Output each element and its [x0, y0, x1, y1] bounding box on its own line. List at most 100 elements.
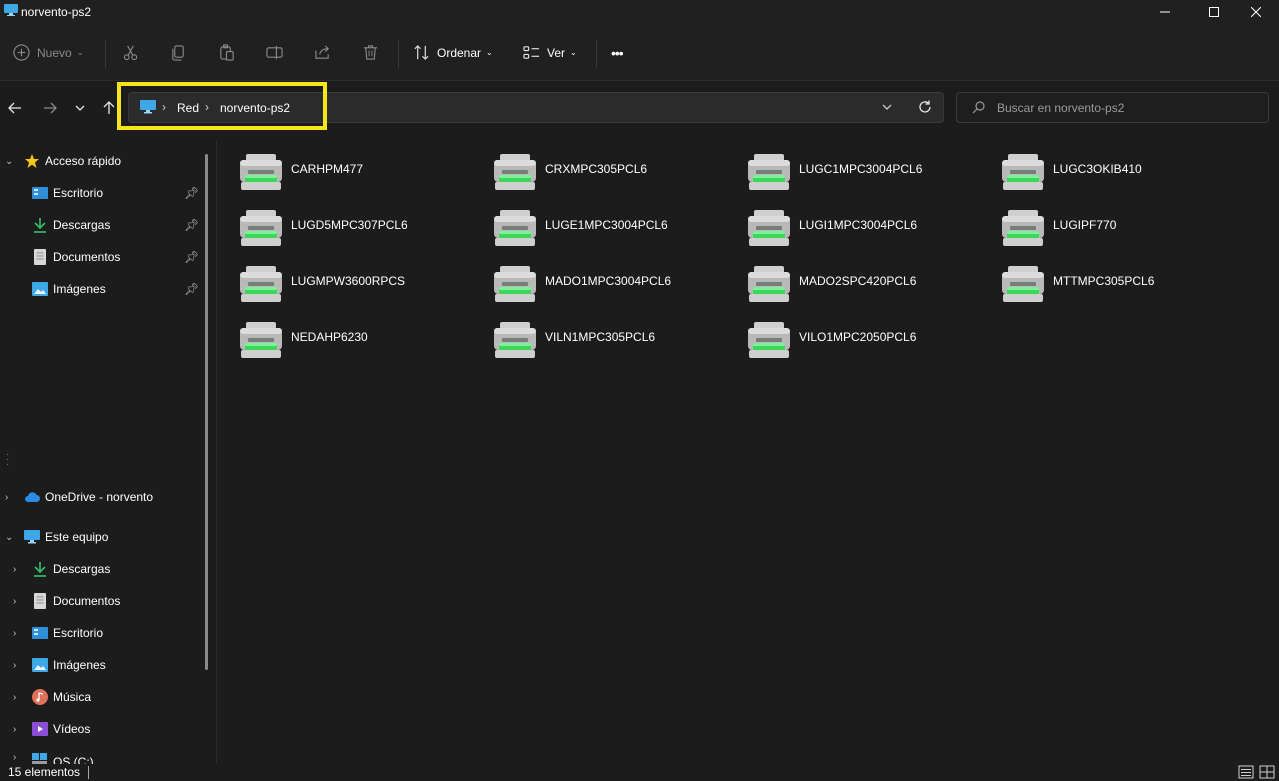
printer-item[interactable]: LUGI1MPC3004PCL6	[747, 205, 997, 253]
search-input[interactable]	[997, 99, 1257, 117]
document-icon	[34, 593, 46, 609]
sidebar-item-onedrive[interactable]: › OneDrive - norvento	[0, 481, 205, 513]
printer-item[interactable]: VILN1MPC305PCL6	[493, 317, 743, 365]
up-button[interactable]	[99, 98, 119, 118]
back-button[interactable]	[5, 98, 25, 118]
desktop-icon	[32, 627, 48, 639]
forward-button[interactable]	[40, 98, 60, 118]
divider	[88, 766, 89, 779]
music-icon	[32, 689, 48, 705]
sidebar-item-label: Documentos	[53, 250, 121, 264]
cut-button[interactable]	[122, 24, 139, 81]
sidebar-item-imagenes[interactable]: Imágenes 📌︎	[0, 273, 205, 305]
printer-item[interactable]: LUGIPF770	[1001, 205, 1251, 253]
cloud-icon	[25, 492, 40, 502]
printer-item[interactable]: VILO1MPC2050PCL6	[747, 317, 997, 365]
sidebar-item-pc-descargas[interactable]: › Descargas	[0, 553, 205, 585]
chevron-down-icon[interactable]: ⌄	[5, 156, 15, 167]
delete-button[interactable]	[362, 24, 379, 81]
sidebar-item-pc-documentos[interactable]: › Documentos	[0, 585, 205, 617]
printer-item[interactable]: LUGE1MPC3004PCL6	[493, 205, 743, 253]
sidebar-item-documentos[interactable]: Documentos 📌︎	[0, 241, 205, 273]
search-box[interactable]	[956, 92, 1269, 123]
copy-button[interactable]	[170, 24, 187, 81]
sidebar-item-label: OneDrive - norvento	[45, 490, 154, 504]
sidebar-item-escritorio[interactable]: Escritorio 📌︎	[0, 177, 205, 209]
plus-circle-icon	[13, 44, 30, 61]
chevron-right-icon[interactable]: ›	[5, 492, 15, 503]
printer-item[interactable]: LUGC1MPC3004PCL6	[747, 149, 997, 197]
printer-icon	[1002, 154, 1044, 190]
chevron-right-icon[interactable]: ›	[13, 692, 23, 703]
videos-icon	[32, 722, 48, 736]
sidebar-item-pc-escritorio[interactable]: › Escritorio	[0, 617, 205, 649]
printer-name: MADO1MPC3004PCL6	[545, 274, 672, 288]
sidebar-item-label: Descargas	[53, 218, 111, 232]
printer-item[interactable]: MADO1MPC3004PCL6	[493, 261, 743, 309]
more-icon: •••	[611, 44, 624, 61]
sidebar-item-pc-musica[interactable]: › Música	[0, 681, 205, 713]
chevron-down-icon[interactable]: ⌄	[5, 532, 15, 543]
minimize-icon	[1160, 11, 1170, 13]
printer-name: LUGD5MPC307PCL6	[291, 218, 408, 232]
more-options-button[interactable]: •••	[611, 24, 624, 81]
printer-icon	[240, 266, 282, 302]
details-view-icon[interactable]	[1238, 764, 1254, 780]
sidebar-scrollbar[interactable]	[205, 154, 208, 670]
printer-item[interactable]: LUGMPW3600RPCS	[239, 261, 489, 309]
large-icons-view-icon[interactable]	[1259, 764, 1275, 780]
drive-icon	[32, 753, 47, 764]
sidebar-item-label: Vídeos	[53, 722, 91, 736]
share-button[interactable]	[314, 24, 331, 81]
search-icon	[972, 101, 985, 114]
sidebar-item-quick-access[interactable]: ⌄ Acceso rápido	[0, 145, 205, 177]
refresh-button[interactable]	[917, 99, 933, 118]
printer-item[interactable]: CARHPM477	[239, 149, 489, 197]
close-button[interactable]	[1233, 0, 1279, 24]
resize-handle[interactable]: · · ·	[6, 450, 9, 470]
chevron-right-icon[interactable]: ›	[13, 564, 23, 575]
sidebar-item-pc-videos[interactable]: › Vídeos	[0, 713, 205, 745]
maximize-button[interactable]	[1191, 0, 1237, 24]
arrow-left-icon	[8, 102, 21, 114]
sidebar-item-pc-imagenes[interactable]: › Imágenes	[0, 649, 205, 681]
printer-item[interactable]: LUGD5MPC307PCL6	[239, 205, 489, 253]
printer-item[interactable]: LUGC3OKIB410	[1001, 149, 1251, 197]
sort-button[interactable]: Ordenar ⌄	[413, 24, 493, 81]
recent-locations-button[interactable]	[70, 98, 90, 118]
pin-icon: 📌︎	[184, 250, 200, 264]
printer-icon	[494, 154, 536, 190]
scissors-icon	[123, 45, 138, 61]
chevron-right-icon[interactable]: ›	[13, 660, 23, 671]
chevron-right-icon[interactable]: ›	[13, 596, 23, 607]
chevron-down-icon: ⌄	[486, 48, 493, 57]
printer-item[interactable]: MADO2SPC420PCL6	[747, 261, 997, 309]
printer-name: MTTMPC305PCL6	[1053, 274, 1155, 288]
printer-item[interactable]: MTTMPC305PCL6	[1001, 261, 1251, 309]
chevron-right-icon[interactable]: ›	[13, 724, 23, 735]
navigation-bar: › Red › norvento-ps2	[0, 82, 1279, 134]
status-bar: 15 elementos	[0, 764, 1279, 781]
address-dropdown-button[interactable]	[881, 101, 893, 116]
view-button[interactable]: Ver ⌄	[523, 24, 577, 81]
rename-button[interactable]	[266, 24, 283, 81]
sidebar-item-descargas[interactable]: Descargas 📌︎	[0, 209, 205, 241]
printer-icon	[240, 210, 282, 246]
paste-button[interactable]	[218, 24, 235, 81]
printer-name: NEDAHP6230	[291, 330, 368, 344]
chevron-right-icon[interactable]: ›	[13, 628, 23, 639]
printer-item[interactable]: NEDAHP6230	[239, 317, 489, 365]
printer-icon	[748, 266, 790, 302]
pictures-icon	[32, 282, 48, 296]
minimize-button[interactable]	[1142, 0, 1188, 24]
chevron-right-icon[interactable]: ›	[13, 752, 23, 763]
sidebar-item-label: Este equipo	[45, 530, 109, 544]
sidebar-item-this-pc[interactable]: ⌄ Este equipo	[0, 521, 205, 553]
printer-item[interactable]: CRXMPC305PCL6	[493, 149, 743, 197]
new-button[interactable]: Nuevo ⌄	[13, 24, 83, 81]
arrow-up-icon	[103, 101, 115, 114]
download-icon	[34, 562, 46, 577]
sidebar-item-pc-os-drive[interactable]: › OS (C:)	[0, 745, 205, 764]
sidebar-item-label: Documentos	[53, 594, 121, 608]
printer-icon	[1002, 210, 1044, 246]
